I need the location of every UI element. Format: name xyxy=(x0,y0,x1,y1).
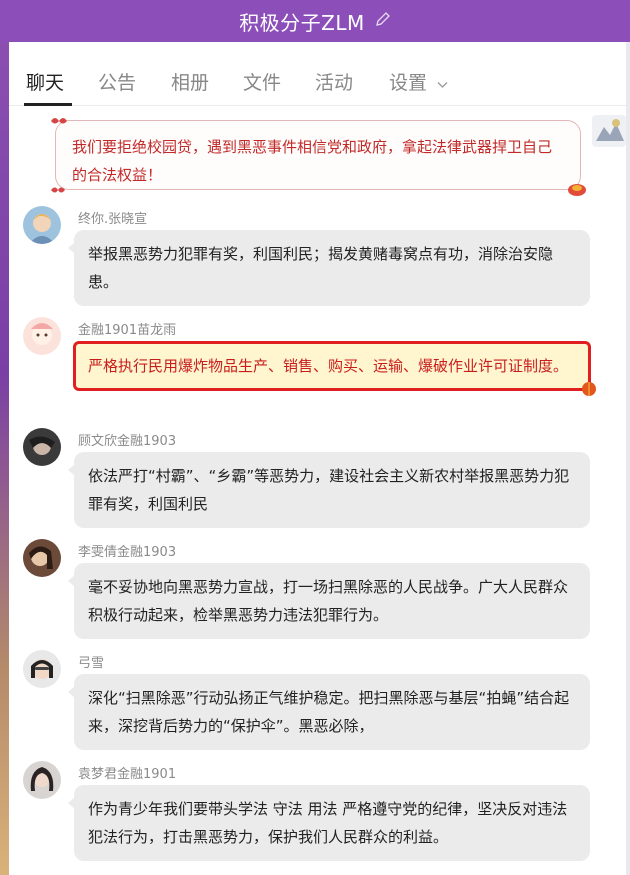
message-text: 作为青少年我们要带头学法 守法 用法 严格遵守党的纪律，坚决反对违法犯法行为，打… xyxy=(88,800,568,846)
sender-name: 终你.张晓宣 xyxy=(78,212,148,227)
avatar[interactable] xyxy=(23,428,61,466)
tab-album[interactable]: 相册 xyxy=(171,68,209,95)
sender-name: 弓雪 xyxy=(78,656,105,671)
message-text: 毫不妥协地向黑恶势力宣战，打一场扫黑除恶的人民战争。广大人民群众积极行动起来，检… xyxy=(88,578,569,624)
group-panel: 聊天 公告 相册 文件 活动 设置 我们要拒绝校园贷，遇到黑恶事件相信党和政府，… xyxy=(9,42,626,875)
avatar[interactable] xyxy=(23,206,61,244)
tab-announcement[interactable]: 公告 xyxy=(98,68,136,95)
avatar[interactable] xyxy=(23,761,61,799)
pencil-icon[interactable] xyxy=(375,11,391,31)
sender-name: 袁梦君金融1901 xyxy=(78,767,177,782)
scrollbar-track[interactable] xyxy=(626,40,630,875)
title-bar: 积极分子ZLM xyxy=(0,0,630,42)
tab-bar: 聊天 公告 相册 文件 活动 设置 xyxy=(9,42,626,106)
chat-area[interactable]: 我们要拒绝校园贷，遇到黑恶事件相信党和政府，拿起法律武器捍卫自己的合法权益！ 终… xyxy=(9,106,626,875)
message-text: 依法严打“村霸”、“乡霸”等恶势力，建设社会主义新农村举报黑恶势力犯罪有奖，利国… xyxy=(88,467,570,513)
ribbon-decoration-icon xyxy=(51,118,67,124)
message-bubble[interactable]: 依法严打“村霸”、“乡霸”等恶势力，建设社会主义新农村举报黑恶势力犯罪有奖，利国… xyxy=(68,452,590,528)
message-bubble[interactable]: 深化“扫黑除恶”行动弘扬正气维护稳定。把扫黑除恶与基层“拍蝇”结合起来，深挖背后… xyxy=(68,674,590,750)
message-bubble-decorated[interactable]: 严格执行民用爆炸物品生产、销售、购买、运输、爆破作业许可证制度。 xyxy=(73,341,596,396)
lucky-bag-icon xyxy=(568,184,586,196)
ribbon-decoration-icon xyxy=(51,187,65,193)
lantern-decoration-icon xyxy=(582,382,596,396)
tab-activity[interactable]: 活动 xyxy=(315,68,353,95)
background-edge-left xyxy=(0,40,9,875)
message-bubble[interactable]: 毫不妥协地向黑恶势力宣战，打一场扫黑除恶的人民战争。广大人民群众积极行动起来，检… xyxy=(68,563,590,639)
message-text: 我们要拒绝校园贷，遇到黑恶事件相信党和政府，拿起法律武器捍卫自己的合法权益！ xyxy=(72,138,553,184)
tab-settings[interactable]: 设置 xyxy=(389,68,448,95)
sender-name: 李雯倩金融1903 xyxy=(78,545,177,560)
sender-name: 顾文欣金融1903 xyxy=(78,434,177,449)
tab-settings-label: 设置 xyxy=(389,72,428,94)
avatar[interactable] xyxy=(23,317,61,355)
chevron-down-icon xyxy=(433,78,448,93)
group-title: 积极分子ZLM xyxy=(239,10,365,35)
message-text: 深化“扫黑除恶”行动弘扬正气维护稳定。把扫黑除恶与基层“拍蝇”结合起来，深挖背后… xyxy=(88,689,570,735)
tab-files[interactable]: 文件 xyxy=(243,68,281,95)
message-text: 严格执行民用爆炸物品生产、销售、购买、运输、爆破作业许可证制度。 xyxy=(88,357,569,375)
avatar[interactable] xyxy=(23,539,61,577)
avatar[interactable] xyxy=(23,650,61,688)
sender-name: 金融1901苗龙雨 xyxy=(78,323,177,338)
tab-chat[interactable]: 聊天 xyxy=(26,68,64,95)
self-avatar[interactable] xyxy=(592,115,626,147)
message-bubble[interactable]: 作为青少年我们要带头学法 守法 用法 严格遵守党的纪律，坚决反对违法犯法行为，打… xyxy=(68,785,590,861)
message-bubble-self[interactable]: 我们要拒绝校园贷，遇到黑恶事件相信党和政府，拿起法律武器捍卫自己的合法权益！ xyxy=(51,118,586,196)
message-text: 举报黑恶势力犯罪有奖，利国利民；揭发黄赌毒窝点有功，消除治安隐患。 xyxy=(88,245,554,291)
message-bubble[interactable]: 举报黑恶势力犯罪有奖，利国利民；揭发黄赌毒窝点有功，消除治安隐患。 xyxy=(68,230,590,306)
